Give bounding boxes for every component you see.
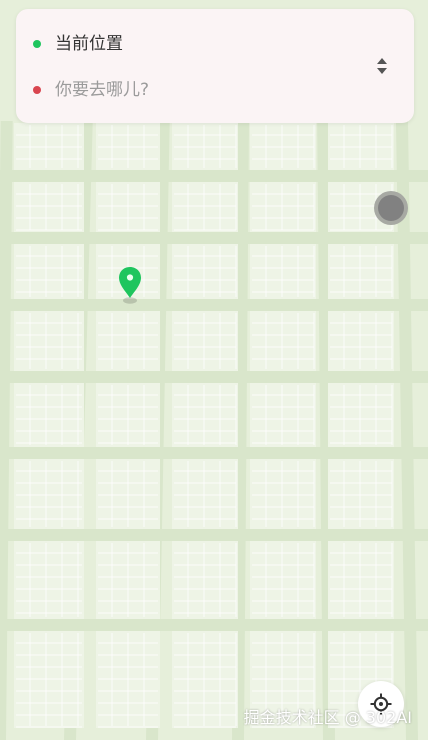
watermark: 掘金技术社区 @ 302AI — [243, 708, 412, 727]
city-block — [172, 311, 238, 371]
city-block — [14, 311, 84, 371]
city-block — [250, 383, 316, 447]
city-block — [172, 244, 238, 299]
swap-vertical-icon — [377, 58, 387, 74]
swap-route-button[interactable] — [370, 54, 394, 78]
destination-input[interactable]: 你要去哪儿? — [55, 80, 149, 100]
city-block — [250, 311, 316, 371]
map-pin-icon[interactable] — [116, 265, 144, 305]
route-search-panel: 当前位置 你要去哪儿? — [16, 9, 414, 123]
destination-row[interactable]: 你要去哪儿? — [16, 72, 356, 108]
origin-label: 当前位置 — [55, 34, 123, 54]
city-block — [250, 182, 316, 232]
city-block — [328, 244, 394, 299]
city-block — [328, 383, 394, 447]
city-block — [14, 182, 84, 232]
city-block — [172, 383, 238, 447]
origin-dot — [33, 40, 41, 48]
city-block — [14, 244, 84, 299]
gray-marker-core — [378, 195, 404, 221]
city-block — [172, 182, 238, 232]
city-block — [14, 383, 84, 447]
destination-dot — [33, 86, 41, 94]
gray-circle-marker-icon[interactable] — [374, 191, 408, 225]
city-block — [250, 244, 316, 299]
map-pin-icon — [119, 267, 141, 304]
city-block — [328, 311, 394, 371]
origin-row[interactable]: 当前位置 — [16, 26, 356, 62]
